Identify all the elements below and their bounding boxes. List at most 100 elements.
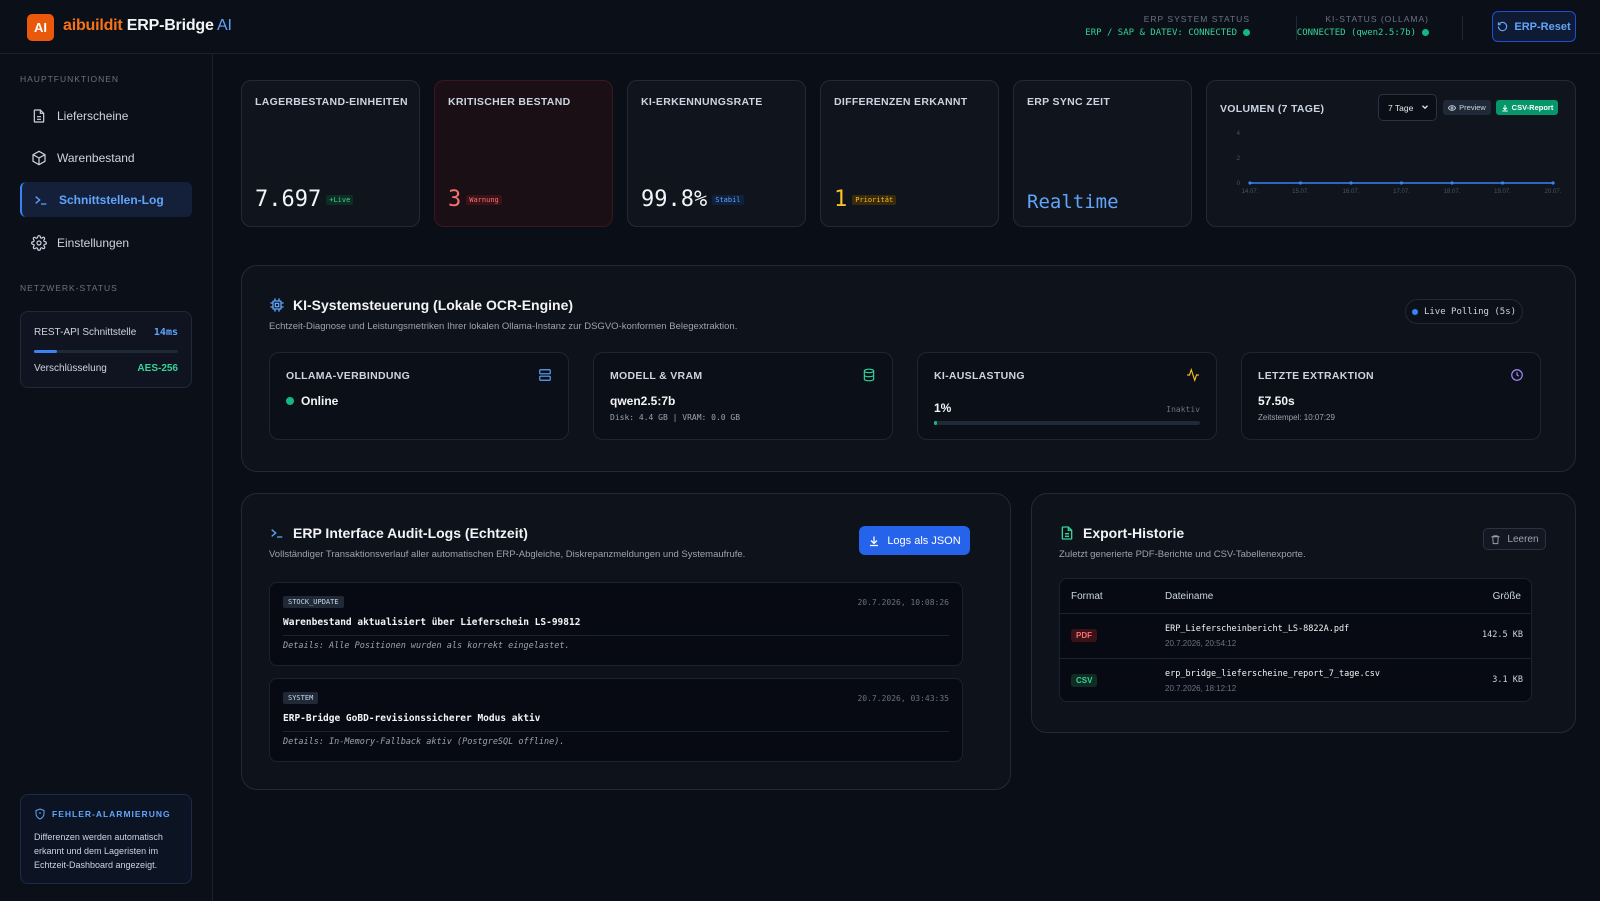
activity-icon <box>1187 368 1199 382</box>
encryption-label: Verschlüsselung <box>34 363 107 374</box>
stat-card-differenzen: DIFFERENZEN ERKANNT 1 Priorität <box>820 80 999 227</box>
file-name: ERP_Lieferscheinbericht_LS-8822A.pdf <box>1165 624 1350 634</box>
x-tick-label: 20.07. <box>1545 189 1562 195</box>
top-header: AI aibuildit ERP-Bridge AI ERP SYSTEM ST… <box>0 0 1600 54</box>
file-date: 20.7.2026, 18:12:12 <box>1165 684 1237 693</box>
export-table: Format Dateiname Größe PDF ERP_Liefersch… <box>1059 578 1532 702</box>
trash-icon <box>1491 534 1501 544</box>
sidebar-item-lieferscheine[interactable]: Lieferscheine <box>20 98 192 133</box>
data-point <box>1500 181 1505 185</box>
file-icon <box>33 108 45 123</box>
ki-system-section: KI-Systemsteuerung (Lokale OCR-Engine) E… <box>241 265 1576 472</box>
column-header: Dateiname <box>1165 591 1214 602</box>
clear-history-button[interactable]: Leeren <box>1483 528 1546 550</box>
audit-logs-section: ERP Interface Audit-Logs (Echtzeit) Voll… <box>241 493 1011 790</box>
y-tick-label: 4 <box>1237 131 1241 137</box>
sidebar-item-einstellungen[interactable]: Einstellungen <box>20 225 192 260</box>
stat-card-erp-sync: ERP SYNC ZEIT Realtime <box>1013 80 1192 227</box>
shield-icon <box>35 808 45 820</box>
status-dot <box>1422 29 1429 36</box>
y-tick-label: 2 <box>1237 156 1241 162</box>
erp-system-status: ERP SYSTEM STATUS ERP / SAP & DATEV: CON… <box>1085 14 1250 38</box>
file-size: 3.1 KB <box>1492 675 1523 685</box>
stat-value: Realtime <box>1027 191 1119 213</box>
live-polling-badge: Live Polling (5s) <box>1405 299 1523 324</box>
stat-badge: Stabil <box>712 195 744 205</box>
log-message: ERP-Bridge GoBD-revisionssicherer Modus … <box>283 713 541 724</box>
volume-line-chart: 4 2 014.07. 15.07. 16.07. 17.07. 18.07. 19.07. 2… <box>1237 131 1562 195</box>
log-tag: SYSTEM <box>283 692 319 704</box>
file-size: 142.5 KB <box>1482 630 1523 640</box>
last-extraction-card: LETZTE EXTRAKTION 57.50s Zeitstempel: 10… <box>1241 352 1541 440</box>
online-dot <box>286 397 294 405</box>
log-time: 20.7.2026, 03:43:35 <box>857 694 949 703</box>
data-point <box>1298 181 1303 185</box>
encryption-value: AES-256 <box>137 363 178 374</box>
database-icon <box>863 368 875 382</box>
stat-value: 3 <box>448 187 462 212</box>
column-header: Format <box>1071 591 1103 602</box>
stat-value: 99.8% <box>641 187 708 212</box>
x-tick-label: 16.07. <box>1343 189 1360 195</box>
sidebar-item-schnittstellen-log[interactable]: Schnittstellen-Log <box>20 182 192 217</box>
terminal-icon <box>35 195 47 205</box>
log-message: Warenbestand aktualisiert über Liefersch… <box>283 617 581 628</box>
x-tick-label: 17.07. <box>1393 189 1410 195</box>
api-label: REST-API Schnittstelle <box>34 327 137 338</box>
volume-chart-card: VOLUMEN (7 TAGE) 7 Tage Preview CSV-Repo… <box>1206 80 1576 227</box>
table-row[interactable]: CSV erp_bridge_lieferscheine_report_7_ta… <box>1060 658 1531 701</box>
y-tick-label: 0 <box>1237 181 1241 187</box>
logs-json-button[interactable]: Logs als JSON <box>859 526 970 555</box>
api-latency-bar <box>34 350 178 353</box>
sidebar-item-warenbestand[interactable]: Warenbestand <box>20 140 192 175</box>
log-time: 20.7.2026, 10:08:26 <box>857 598 949 607</box>
x-tick-label: 15.07. <box>1292 189 1309 195</box>
section-label: NETZWERK-STATUS <box>20 283 118 293</box>
ki-load-bar <box>934 421 1200 425</box>
erp-reset-button[interactable]: ERP-Reset <box>1492 11 1576 42</box>
gear-icon <box>31 234 47 251</box>
terminal-icon <box>271 529 283 538</box>
log-tag: STOCK_UPDATE <box>283 596 344 608</box>
table-row[interactable]: PDF ERP_Lieferscheinbericht_LS-8822A.pdf… <box>1060 613 1531 658</box>
data-point <box>1248 181 1252 185</box>
stat-badge: Warnung <box>466 195 502 205</box>
stat-value: 7.697 <box>255 187 322 212</box>
data-point <box>1399 181 1404 185</box>
stat-value: 1 <box>834 187 848 212</box>
cpu-icon <box>270 298 284 312</box>
model-vram-card: MODELL & VRAM qwen2.5:7b Disk: 4.4 GB | … <box>593 352 893 440</box>
error-alarm-info: FEHLER-ALARMIERUNG Differenzen werden au… <box>20 794 192 884</box>
stat-card-lagerbestand: LAGERBESTAND-EINHEITEN 7.697 +Live <box>241 80 420 227</box>
sidebar: HAUPTFUNKTIONEN Lieferscheine Warenbesta… <box>0 54 213 901</box>
clock-icon <box>1511 369 1523 381</box>
export-history-section: Export-Historie Zuletzt generierte PDF-B… <box>1031 493 1576 733</box>
file-name: erp_bridge_lieferscheine_report_7_tage.c… <box>1165 669 1380 679</box>
data-point <box>1450 181 1454 185</box>
stat-card-ki-erkennungsrate: KI-ERKENNUNGSRATE 99.8% Stabil <box>627 80 806 227</box>
network-status-card: REST-API Schnittstelle 14ms Verschlüsselu… <box>20 311 192 388</box>
format-badge: CSV <box>1071 674 1098 687</box>
download-icon <box>870 536 879 546</box>
format-badge: PDF <box>1071 629 1097 642</box>
app-title: aibuildit ERP-Bridge AI <box>63 17 232 34</box>
x-tick-label: 14.07. <box>1242 189 1259 195</box>
stat-badge: +Live <box>326 195 354 205</box>
stat-badge: Priorität <box>852 195 897 205</box>
file-text-icon <box>1061 526 1073 540</box>
api-latency: 14ms <box>153 327 178 338</box>
reset-icon <box>1498 21 1508 32</box>
file-date: 20.7.2026, 20:54:12 <box>1165 639 1237 648</box>
log-details: Details: Alle Positionen wurden als korr… <box>283 641 570 651</box>
app-logo: AI <box>27 14 54 41</box>
log-details: Details: In-Memory-Fallback aktiv (Postg… <box>283 737 565 747</box>
section-label: HAUPTFUNKTIONEN <box>20 74 120 84</box>
column-header: Größe <box>1492 591 1521 602</box>
ki-status: KI-STATUS (OLLAMA) CONNECTED (qwen2.5:7b… <box>1296 14 1429 38</box>
box-icon <box>32 150 46 165</box>
log-entry: STOCK_UPDATE 20.7.2026, 10:08:26 Warenbe… <box>269 582 963 666</box>
log-entry: SYSTEM 20.7.2026, 03:43:35 ERP-Bridge Go… <box>269 678 963 762</box>
ollama-connection-card: OLLAMA-VERBINDUNG Online <box>269 352 569 440</box>
server-icon <box>539 369 551 381</box>
status-dot <box>1243 29 1250 36</box>
